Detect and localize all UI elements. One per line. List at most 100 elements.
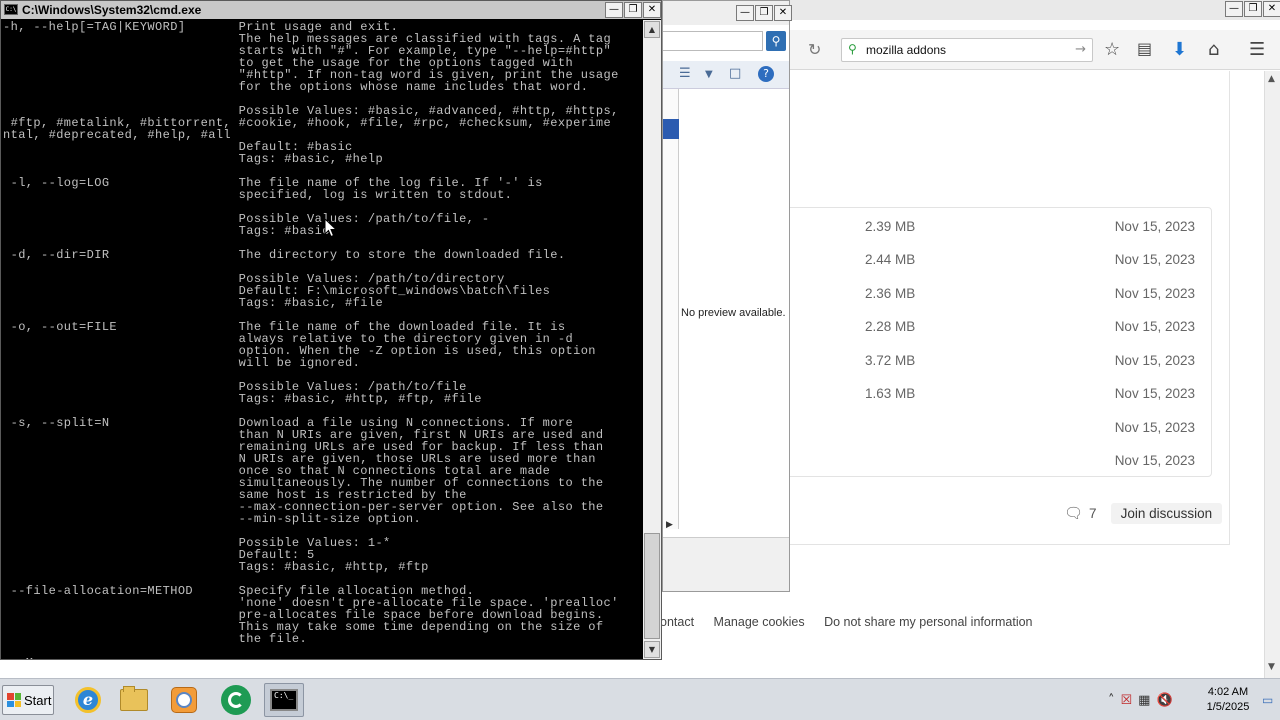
console-line: the file.	[3, 632, 308, 646]
file-size: 2.39 MB	[865, 219, 916, 234]
bookmarks-list-icon[interactable]: ▤	[1137, 39, 1152, 58]
clock-time: 4:02 AM	[1207, 686, 1249, 698]
explorer-details-pane	[663, 537, 789, 591]
explorer-window-controls: — ❐ ✕	[735, 5, 792, 21]
console-line: will be ignored.	[3, 356, 361, 370]
start-button[interactable]: Start	[2, 685, 54, 715]
preview-pane-icon[interactable]: □	[729, 66, 741, 81]
file-size: 1.63 MB	[865, 386, 916, 401]
close-icon[interactable]: ✕	[643, 2, 661, 18]
chevron-down-icon[interactable]: ▼	[705, 69, 713, 80]
table-row[interactable]: 2.36 MB Nov 15, 2023	[781, 277, 1213, 310]
restore-icon[interactable]: ❐	[624, 2, 642, 18]
table-row[interactable]: 2.28 MB Nov 15, 2023	[781, 310, 1213, 343]
console-line: -- More --	[3, 657, 643, 659]
table-row[interactable]: 2.39 MB Nov 15, 2023	[781, 210, 1213, 243]
cmd-titlebar: C:\ C:\Windows\System32\cmd.exe — ❐ ✕	[1, 1, 661, 19]
table-row[interactable]: Nov 15, 2023	[781, 411, 1213, 444]
file-date: Nov 15, 2023	[1114, 252, 1195, 267]
table-row[interactable]: 1.63 MB Nov 15, 2023	[781, 377, 1213, 410]
navigation-pane[interactable]: ▶	[663, 89, 679, 530]
volume-muted-icon[interactable]: 🔇	[1156, 693, 1172, 708]
green-app-icon	[221, 685, 251, 715]
minimize-icon[interactable]: —	[605, 2, 623, 18]
discussion-bar: 🗨 7 Join discussion	[1064, 501, 1223, 525]
close-icon[interactable]: ✕	[774, 5, 792, 21]
explorer-window: — ❐ ✕ ⚲ ☰ ▼ □ ? ▶ No preview available.	[662, 0, 792, 592]
file-size: 2.44 MB	[865, 252, 916, 267]
console-line: for the options whose name includes that…	[3, 80, 589, 94]
close-icon[interactable]: ✕	[1263, 1, 1280, 17]
search-engine-icon: ⚲	[848, 42, 857, 56]
console-line: Tags: #basic, #http, #ftp, #file	[3, 392, 482, 406]
preview-message: No preview available.	[681, 307, 786, 319]
search-icon[interactable]: ⚲	[766, 31, 786, 51]
tray-expand-icon[interactable]: ˄	[1108, 693, 1115, 708]
cmd-window-controls: — ❐ ✕	[604, 2, 661, 18]
console-line: -d, --dir=DIR The directory to store the…	[3, 248, 566, 262]
console-line: Tags: #basic, #help	[3, 152, 384, 166]
console-line: specified, log is written to stdout.	[3, 188, 513, 202]
join-discussion-button[interactable]: Join discussion	[1110, 502, 1223, 524]
network-warning-icon[interactable]: ☒	[1121, 693, 1133, 708]
show-desktop-button[interactable]: ▭	[1262, 685, 1276, 715]
cmd-app-icon[interactable]: C:\	[4, 4, 18, 15]
table-row[interactable]: 2.44 MB Nov 15, 2023	[781, 243, 1213, 276]
bookmark-star-icon[interactable]: ☆	[1104, 39, 1120, 60]
download-icon[interactable]: ⬇	[1172, 39, 1187, 60]
clock-date: 1/5/2025	[1206, 701, 1250, 713]
url-bar[interactable]: ⚲ mozilla addons →	[841, 38, 1093, 62]
footer-link-manage-cookies[interactable]: Manage cookies	[714, 615, 805, 629]
taskbar-green-app[interactable]	[216, 683, 256, 717]
table-row[interactable]: 3.72 MB Nov 15, 2023	[781, 344, 1213, 377]
file-size: 3.72 MB	[865, 353, 916, 368]
go-arrow-icon[interactable]: →	[1075, 42, 1086, 57]
search-input[interactable]	[663, 31, 763, 51]
footer-link-contact[interactable]: ontact	[660, 615, 694, 629]
cmd-scrollbar[interactable]: ▲ ▼	[643, 20, 661, 659]
taskbar-internet-explorer[interactable]: e	[68, 683, 108, 717]
command-prompt-icon: C:\_	[270, 689, 298, 711]
minimize-icon[interactable]: —	[1225, 1, 1243, 17]
minimize-icon[interactable]: —	[736, 5, 754, 21]
restore-icon[interactable]: ❐	[755, 5, 773, 21]
console-line: Tags: #basic, #file	[3, 296, 384, 310]
system-tray: ˄ ☒ ▦ 🔇	[1108, 687, 1179, 713]
reload-icon[interactable]: ↻	[808, 40, 821, 59]
table-row[interactable]: Nov 15, 2023	[781, 444, 1213, 477]
scroll-up-icon[interactable]: ▲	[1268, 74, 1275, 84]
file-date: Nov 15, 2023	[1114, 420, 1195, 435]
media-player-icon	[171, 687, 197, 713]
home-icon[interactable]: ⌂	[1208, 39, 1219, 60]
scroll-thumb[interactable]	[644, 533, 660, 639]
taskbar-media-player[interactable]	[164, 683, 204, 717]
taskbar-file-explorer[interactable]	[114, 683, 154, 717]
explorer-command-bar: ☰ ▼ □ ?	[663, 61, 789, 89]
cmd-window: C:\ C:\Windows\System32\cmd.exe — ❐ ✕ -h…	[0, 0, 662, 660]
explorer-titlebar: — ❐ ✕	[663, 1, 792, 25]
console-line: --min-split-size option.	[3, 512, 422, 526]
scroll-down-icon[interactable]: ▼	[1268, 662, 1275, 672]
taskbar: Start e C:\_ ˄ ☒ ▦ 🔇 4:02 AM 1/5/2025 ▭	[0, 678, 1280, 720]
chevron-right-icon[interactable]: ▶	[666, 520, 673, 530]
menu-hamburger-icon[interactable]: ☰	[1249, 39, 1265, 60]
selected-nav-item[interactable]	[663, 119, 679, 139]
action-center-icon[interactable]: ▦	[1138, 693, 1150, 708]
browser-scrollbar[interactable]: ▲ ▼	[1264, 71, 1280, 678]
system-clock[interactable]: 4:02 AM 1/5/2025	[1200, 685, 1256, 715]
taskbar-cmd[interactable]: C:\_	[264, 683, 304, 717]
help-icon[interactable]: ?	[758, 66, 774, 82]
file-size: 2.36 MB	[865, 286, 916, 301]
view-options-icon[interactable]: ☰	[679, 66, 691, 81]
scroll-down-icon[interactable]: ▼	[644, 641, 660, 658]
file-date: Nov 15, 2023	[1114, 219, 1195, 234]
internet-explorer-icon: e	[75, 687, 101, 713]
console-output[interactable]: -h, --help[=TAG|KEYWORD] Print usage and…	[3, 21, 643, 659]
footer-links: ontact Manage cookies Do not share my pe…	[660, 615, 1049, 629]
cmd-window-title: C:\Windows\System32\cmd.exe	[22, 3, 202, 17]
footer-link-do-not-share[interactable]: Do not share my personal information	[824, 615, 1032, 629]
file-date: Nov 15, 2023	[1114, 353, 1195, 368]
file-date: Nov 15, 2023	[1114, 453, 1195, 468]
scroll-up-icon[interactable]: ▲	[644, 21, 660, 38]
restore-icon[interactable]: ❐	[1244, 1, 1262, 17]
